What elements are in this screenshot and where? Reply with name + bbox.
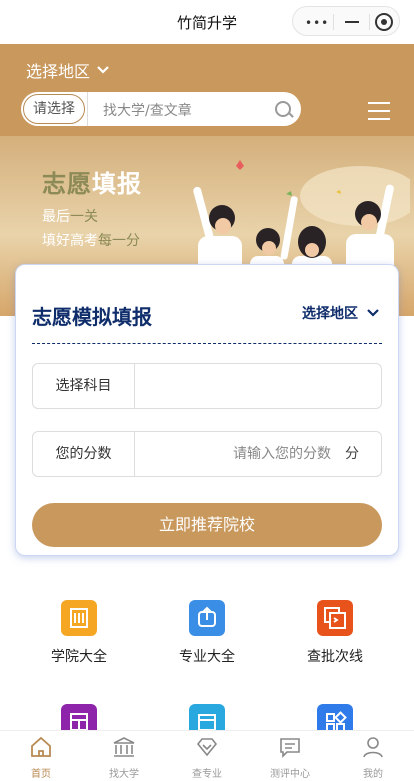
terminal-stack-icon (317, 600, 353, 636)
card-region-label: 选择地区 (302, 306, 358, 322)
banner-line1-b: 一关 (70, 209, 98, 225)
university-icon (113, 737, 135, 757)
user-icon (363, 737, 383, 758)
score-label: 您的分数 (33, 432, 135, 476)
tab-label: 查专业 (192, 769, 222, 780)
search-type-select[interactable]: 请选择 (23, 94, 85, 124)
banner-line2-a: 填好高考 (42, 233, 98, 249)
mini-program-capsule: ••• (292, 6, 400, 36)
top-bar: 竹简升学 ••• (0, 0, 414, 44)
tab-label: 测评中心 (270, 769, 310, 780)
tab-mine[interactable]: 我的 (343, 735, 403, 780)
message-icon (280, 738, 300, 758)
home-icon (31, 736, 51, 757)
tab-find-university[interactable]: 找大学 (94, 735, 154, 780)
header: 选择地区 请选择 找大学/查文章 (0, 44, 414, 136)
search-bar[interactable]: 请选择 找大学/查文章 (21, 92, 301, 126)
banner-line1-a: 最后 (42, 209, 70, 225)
banner-title-part1: 志愿 (42, 170, 92, 198)
tab-label: 我的 (363, 769, 383, 780)
tab-assessment[interactable]: 测评中心 (260, 735, 320, 780)
subject-field[interactable]: 选择科目 (32, 363, 382, 409)
banner-title: 志愿填报 (42, 164, 142, 199)
simulation-card: 志愿模拟填报 选择地区 选择科目 您的分数 请输入您的分数 分 立即推荐院校 (15, 264, 399, 556)
building-icon (61, 600, 97, 636)
close-target-icon[interactable] (375, 13, 393, 31)
capsule-divider (333, 14, 334, 30)
score-input[interactable]: 请输入您的分数 (233, 432, 331, 476)
tab-find-major[interactable]: 查专业 (177, 735, 237, 780)
recommend-button[interactable]: 立即推荐院校 (32, 503, 382, 547)
region-selector[interactable]: 选择地区 (26, 58, 110, 82)
upload-box-icon (189, 600, 225, 636)
feature-label: 专业大全 (179, 649, 235, 665)
tab-label: 找大学 (109, 769, 139, 780)
chevron-down-icon (367, 309, 379, 317)
feature-college[interactable]: 学院大全 (10, 600, 148, 666)
banner-line1: 最后一关 (42, 206, 98, 226)
search-icon[interactable] (275, 101, 291, 117)
tab-bar: 首页 找大学 查专业 测评中心 我的 (0, 730, 414, 781)
search-divider (87, 92, 88, 126)
banner-title-part2: 填报 (92, 170, 142, 198)
tab-label: 首页 (31, 769, 51, 780)
subject-label: 选择科目 (33, 364, 135, 408)
chevron-down-icon (97, 66, 109, 74)
region-label: 选择地区 (26, 62, 91, 81)
more-icon[interactable]: ••• (305, 16, 329, 30)
score-field[interactable]: 您的分数 请输入您的分数 分 (32, 431, 382, 477)
feature-major[interactable]: 专业大全 (138, 600, 276, 666)
menu-icon[interactable] (368, 102, 390, 126)
tab-home[interactable]: 首页 (11, 735, 71, 780)
search-input[interactable]: 找大学/查文章 (103, 100, 192, 120)
dashed-divider (32, 343, 382, 344)
minimize-icon[interactable] (345, 21, 359, 23)
feature-batch-line[interactable]: 查批次线 (266, 600, 404, 666)
diamond-icon (196, 738, 218, 757)
banner-line2: 填好高考每一分 (42, 230, 140, 250)
score-unit: 分 (345, 446, 359, 462)
card-title: 志愿模拟填报 (32, 305, 152, 329)
capsule-divider (369, 14, 370, 30)
banner-line2-b: 每一分 (98, 233, 140, 249)
feature-label: 学院大全 (51, 649, 107, 665)
card-region-selector[interactable]: 选择地区 (302, 303, 380, 323)
feature-label: 查批次线 (307, 649, 363, 665)
